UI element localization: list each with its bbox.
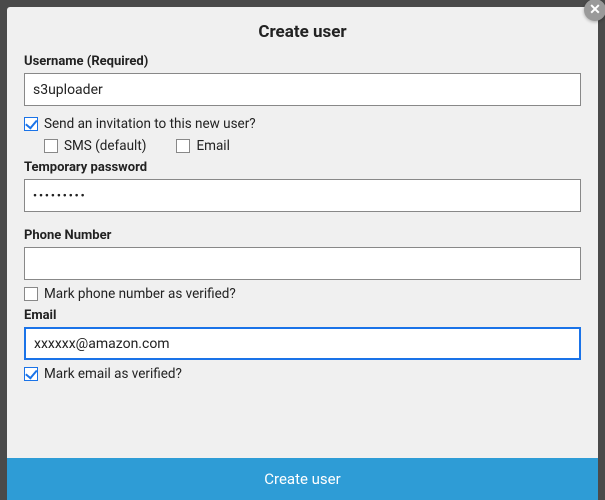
- email-option-label[interactable]: Email: [196, 138, 229, 154]
- email-verify-label[interactable]: Mark email as verified?: [44, 366, 182, 382]
- email-group: Email: [24, 308, 581, 360]
- phone-group: Phone Number: [24, 228, 581, 280]
- invitation-checkbox[interactable]: [24, 117, 38, 131]
- email-option-checkbox[interactable]: [176, 139, 190, 153]
- submit-label: Create user: [264, 470, 340, 488]
- modal-body: Username (Required) Send an invitation t…: [7, 54, 598, 458]
- submit-button[interactable]: Create user: [7, 458, 598, 500]
- temp-password-input[interactable]: [24, 179, 581, 212]
- phone-input[interactable]: [24, 247, 581, 280]
- email-input[interactable]: [24, 327, 581, 360]
- create-user-modal: Create user Username (Required) Send an …: [7, 7, 598, 500]
- close-icon[interactable]: ✕: [584, 0, 605, 21]
- phone-verify-checkbox[interactable]: [24, 287, 38, 301]
- temp-password-label: Temporary password: [24, 160, 581, 175]
- modal-title: Create user: [7, 7, 598, 54]
- temp-password-group: Temporary password: [24, 160, 581, 212]
- phone-verify-label[interactable]: Mark phone number as verified?: [44, 286, 236, 302]
- invitation-label[interactable]: Send an invitation to this new user?: [44, 116, 256, 132]
- sms-label[interactable]: SMS (default): [64, 138, 146, 154]
- username-label: Username (Required): [24, 54, 581, 69]
- invitation-row: Send an invitation to this new user?: [24, 116, 581, 132]
- close-glyph: ✕: [589, 2, 601, 18]
- email-verify-row: Mark email as verified?: [24, 366, 581, 382]
- phone-verify-row: Mark phone number as verified?: [24, 286, 581, 302]
- username-input[interactable]: [24, 73, 581, 106]
- phone-label: Phone Number: [24, 228, 581, 243]
- invitation-options: SMS (default) Email: [44, 138, 581, 154]
- email-verify-checkbox[interactable]: [24, 367, 38, 381]
- sms-checkbox[interactable]: [44, 139, 58, 153]
- username-group: Username (Required): [24, 54, 581, 106]
- email-label: Email: [24, 308, 581, 323]
